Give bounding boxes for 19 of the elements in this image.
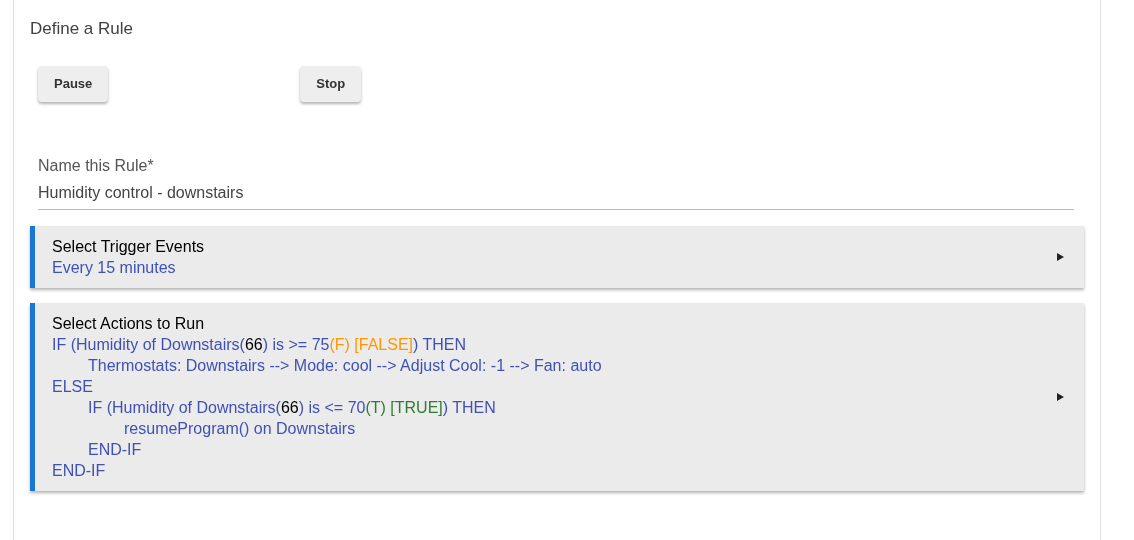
rule-line: END-IF [52, 460, 106, 481]
rule-line: resumeProgram() on Downstairs [124, 418, 356, 439]
rule-line: Every 15 minutes [52, 257, 176, 278]
page-title: Define a Rule [30, 18, 133, 40]
section-title: Select Trigger Events [52, 236, 205, 257]
rule-name-field[interactable]: Humidity control - downstairs [38, 177, 1074, 210]
action-button[interactable]: Stop [300, 65, 362, 102]
rule-line: IF (Humidity of Downstairs(66) is <= 70(T) [TRUE]) THEN [88, 397, 496, 418]
expand-caret-icon [1057, 252, 1064, 261]
rule-line: Thermostats: Downstairs --> Mode: cool --> Adjust Cool: -1 --> Fan: auto [88, 355, 602, 376]
section-title: Select Actions to Run [52, 313, 205, 334]
action-button[interactable]: Pause [38, 65, 109, 102]
section-panel[interactable]: Select Trigger Events Every 15 minutes [30, 225, 1084, 288]
section-panel[interactable] [30, 302, 1084, 491]
rule-line: END-IF [88, 439, 142, 460]
rule-line: ELSE [52, 376, 93, 397]
expand-caret-icon [1057, 392, 1064, 401]
field-label: Name this Rule* [38, 155, 154, 176]
rule-line: IF (Humidity of Downstairs(66) is >= 75(F) [FALSE]) THEN [52, 334, 467, 355]
